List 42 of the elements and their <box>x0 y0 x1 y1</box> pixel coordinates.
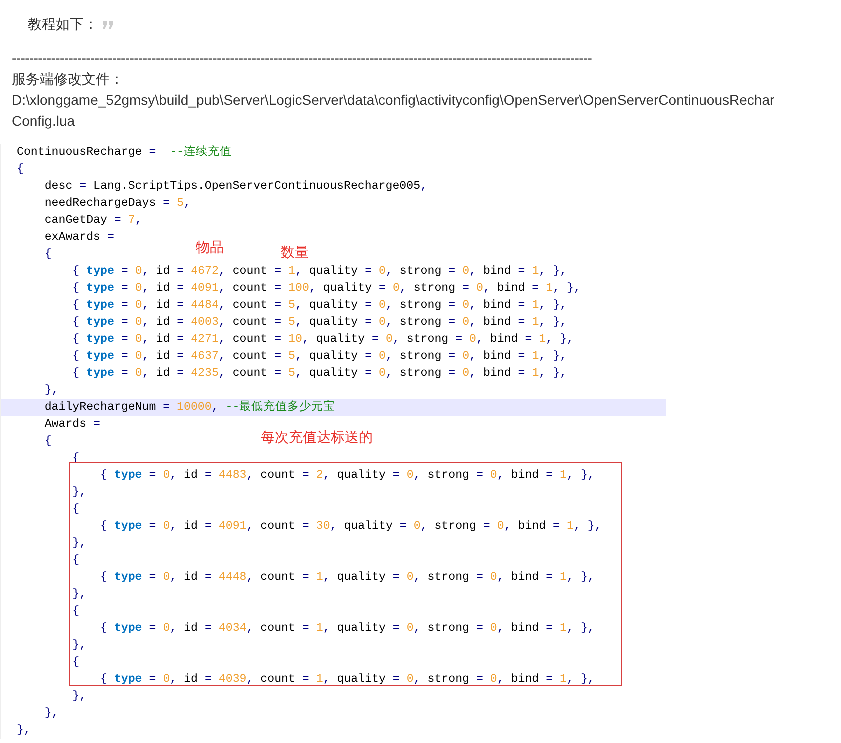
file-label: 服务端修改文件： <box>12 70 125 89</box>
annotation-label: 数量 <box>281 246 309 260</box>
code-line: { <box>44 434 52 450</box>
code-line: }, <box>72 587 87 603</box>
annotation-label: 每次充值达标送的 <box>261 431 373 445</box>
intro-text: 教程如下： <box>28 14 98 34</box>
code-line: }, <box>44 383 59 399</box>
code-line: }, <box>72 689 87 705</box>
code-line: { <box>72 655 80 671</box>
code-line: { type = 0, id = 4039, count = 1, quality = 0, strong = 0, bind = 1, }, <box>100 672 595 688</box>
code-line: }, <box>16 723 31 739</box>
code-line: }, <box>72 485 87 501</box>
separator-line: ------------------------------------------------------------------------------------------------------------------------------------- <box>12 49 594 68</box>
code-line: { <box>72 604 80 620</box>
code-line: { <box>44 247 52 263</box>
annotation-label: 物品 <box>196 241 224 255</box>
code-line: }, <box>72 536 87 552</box>
code-line: { <box>72 553 80 569</box>
code-line: { type = 0, id = 4484, count = 5, quality = 0, strong = 0, bind = 1, }, <box>72 298 568 314</box>
quote-icon <box>102 19 114 29</box>
file-name: Config.lua <box>12 112 76 131</box>
code-line: needRechargeDays = 5, <box>44 196 191 212</box>
code-line: Awards = <box>44 417 100 433</box>
code-line: desc = Lang.ScriptTips.OpenServerContinuousRecharge005, <box>44 179 428 195</box>
code-line: canGetDay = 7, <box>44 213 142 229</box>
code-line: { type = 0, id = 4003, count = 5, quality = 0, strong = 0, bind = 1, }, <box>72 315 568 331</box>
code-line: { type = 0, id = 4483, count = 2, quality = 0, strong = 0, bind = 1, }, <box>100 468 595 484</box>
code-line: { <box>72 502 80 518</box>
code-line: { <box>16 162 24 178</box>
code-line: { type = 0, id = 4091, count = 30, quality = 0, strong = 0, bind = 1, }, <box>100 519 602 535</box>
code-line: { type = 0, id = 4235, count = 5, quality = 0, strong = 0, bind = 1, }, <box>72 366 568 382</box>
code-line: { type = 0, id = 4091, count = 100, quality = 0, strong = 0, bind = 1, }, <box>72 281 581 297</box>
code-line: { type = 0, id = 4034, count = 1, quality = 0, strong = 0, bind = 1, }, <box>100 621 595 637</box>
file-path: D:\xlonggame_52gmsy\build_pub\Server\LogicServer\data\config\activityconfig\OpenServer\OpenServerContinuousRechar <box>12 91 776 110</box>
code-line: { type = 0, id = 4672, count = 1, quality = 0, strong = 0, bind = 1, }, <box>72 264 568 280</box>
code-line: exAwards = <box>44 230 114 246</box>
code-line: { type = 0, id = 4448, count = 1, quality = 0, strong = 0, bind = 1, }, <box>100 570 595 586</box>
code-line: { type = 0, id = 4637, count = 5, quality = 0, strong = 0, bind = 1, }, <box>72 349 568 365</box>
code-line: ContinuousRecharge = --连续充值 <box>16 144 232 161</box>
code-line: { type = 0, id = 4271, count = 10, quality = 0, strong = 0, bind = 1, }, <box>72 332 574 348</box>
code-line: }, <box>44 706 59 722</box>
code-line: }, <box>72 638 87 654</box>
